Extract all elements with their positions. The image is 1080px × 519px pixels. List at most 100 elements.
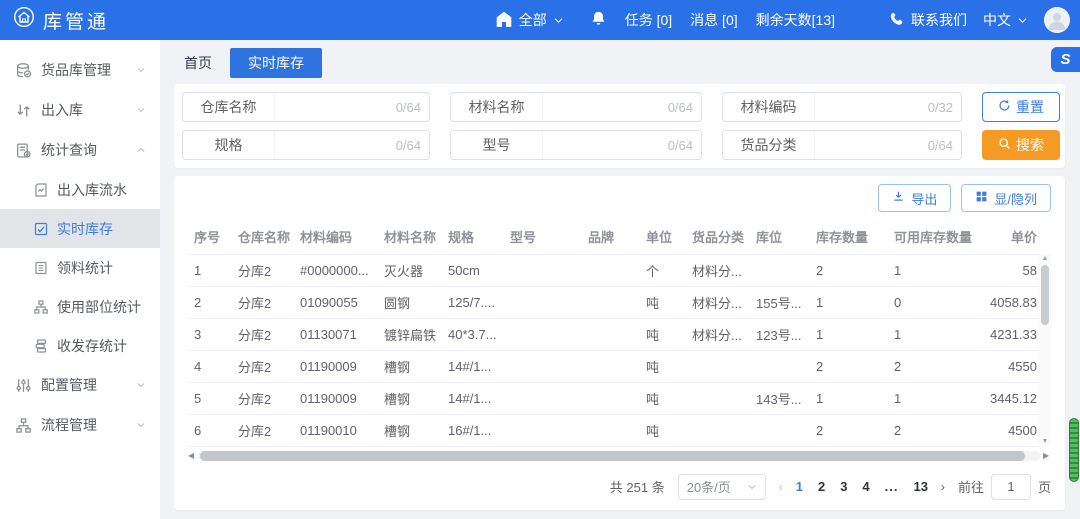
table-row[interactable]: 6 分库2 01190010 槽钢 16#/1... 吨 2 2 4500 [188, 414, 1039, 447]
search-button[interactable]: 搜索 [982, 130, 1060, 160]
horizontal-scrollbar-thumb[interactable] [200, 450, 1025, 461]
page-number[interactable]: 3 [840, 479, 847, 494]
database-icon [15, 62, 32, 79]
field-material-code: 材料编码 0/32 [722, 92, 962, 122]
table-cell: 分库2 [232, 382, 294, 415]
table-cell: 分库2 [232, 318, 294, 351]
sidebar-item-label: 配置管理 [41, 377, 97, 393]
field-label: 仓库名称 [183, 93, 275, 121]
prev-page-button[interactable]: ‹ [779, 480, 783, 494]
table-cell: 圆钢 [378, 286, 442, 319]
tab-realtime-inventory[interactable]: 实时库存 [230, 48, 322, 78]
floating-widget-button[interactable]: S [1051, 47, 1080, 72]
page-number[interactable]: 13 [914, 479, 928, 494]
sidebar-item-label: 流程管理 [41, 417, 97, 433]
table-cell [582, 254, 640, 287]
reset-button[interactable]: 重置 [982, 92, 1060, 122]
days-remaining-label: 剩余天数[13] [755, 12, 835, 28]
table-row[interactable]: 4 分库2 01190009 槽钢 14#/1... 吨 2 2 4550 [188, 350, 1039, 383]
language-selector[interactable]: 中文 [983, 10, 1028, 30]
table-cell: 2 [888, 414, 984, 447]
sidebar-subitem-usage-location-stats[interactable]: 使用部位统计 [0, 287, 160, 326]
char-counter: 0/64 [667, 137, 693, 153]
page-scrollbar-thumb[interactable] [1069, 418, 1079, 482]
field-material-name: 材料名称 0/64 [450, 92, 702, 122]
table-row[interactable]: 1 分库2 #0000000... 灭火器 50cm 个材料分... 2 1 58 [188, 254, 1039, 287]
sidebar-item-workflow[interactable]: 流程管理 [0, 405, 160, 445]
table-row[interactable]: 5 分库2 01190009 槽钢 14#/1... 吨 143号... 1 1 3445.12 [188, 382, 1039, 415]
scroll-right-arrow-icon[interactable]: ▶ [1043, 450, 1051, 462]
material-name-input[interactable] [543, 94, 668, 120]
table-cell: 1 [810, 318, 888, 351]
warehouse-name-input[interactable] [275, 94, 396, 120]
chevron-down-icon [136, 105, 146, 115]
table-cell: 4550 [984, 350, 1039, 383]
avatar[interactable] [1044, 7, 1070, 33]
grid-icon [975, 190, 988, 206]
sidebar-item-configuration[interactable]: 配置管理 [0, 365, 160, 405]
show-hide-columns-button[interactable]: 显/隐列 [961, 184, 1051, 212]
spec-input[interactable] [275, 132, 396, 158]
page-number[interactable]: 1 [796, 479, 803, 494]
table-cell: 3445.12 [984, 382, 1039, 415]
vertical-scrollbar-thumb[interactable] [1041, 265, 1049, 325]
table-cell [582, 350, 640, 383]
notification-bell-icon[interactable] [590, 10, 607, 30]
export-button[interactable]: 导出 [878, 184, 952, 212]
sidebar-item-statistics-query[interactable]: 统计查询 [0, 130, 160, 170]
sidebar-subitem-material-stats[interactable]: 领料统计 [0, 248, 160, 287]
scroll-up-arrow-icon[interactable]: ▲ [1042, 254, 1049, 264]
table-toolbar: 导出 显/隐列 [188, 184, 1051, 212]
sidebar-subitem-realtime-inventory[interactable]: 实时库存 [0, 209, 160, 248]
tasks-link[interactable]: 任务 [0] [625, 10, 672, 30]
sidebar-item-goods-warehouse[interactable]: 货品库管理 [0, 50, 160, 90]
table-row[interactable]: 3 分库2 01130071 镀锌扁铁 40*3.7... 吨材料分... 123号... 1… [188, 318, 1039, 351]
sidebar-subitem-inout-flow[interactable]: 出入库流水 [0, 170, 160, 209]
stacked-books-icon [33, 338, 49, 354]
page-number[interactable]: 2 [818, 479, 825, 494]
messages-link[interactable]: 消息 [0] [690, 10, 737, 30]
sliders-icon [15, 377, 32, 394]
sidebar-item-label: 统计查询 [41, 142, 97, 158]
material-code-input[interactable] [815, 94, 928, 120]
table-cell: 吨 [640, 286, 686, 319]
goods-category-input[interactable] [815, 132, 928, 158]
table-cell: 4058.83 [984, 286, 1039, 319]
flow-chart-icon [15, 417, 32, 434]
next-page-button[interactable]: › [941, 480, 945, 494]
sidebar-item-in-out-warehouse[interactable]: 出入库 [0, 90, 160, 130]
table-cell [686, 350, 750, 383]
scope-selector[interactable]: 全部 [495, 10, 564, 31]
sidebar-subitem-receive-dispatch-stats[interactable]: 收发存统计 [0, 326, 160, 365]
table-cell [686, 382, 750, 415]
table-cell [750, 254, 810, 287]
table-cell: 吨 [640, 318, 686, 351]
page-size-select[interactable]: 20条/页 [677, 473, 766, 500]
column-header: 序号 [188, 220, 232, 255]
field-label: 货品分类 [723, 131, 815, 159]
language-label: 中文 [983, 12, 1011, 28]
contact-link[interactable]: 联系我们 [889, 10, 967, 30]
table-cell: 1 [810, 382, 888, 415]
table-cell: 14#/1... [442, 382, 504, 415]
model-input[interactable] [543, 132, 668, 158]
chevron-down-icon [136, 65, 146, 75]
scroll-left-arrow-icon[interactable]: ◀ [188, 450, 196, 462]
sidebar-subitem-label: 领料统计 [57, 259, 113, 276]
chevron-down-icon [553, 15, 564, 26]
char-counter: 0/32 [927, 99, 953, 115]
floating-widget-logo: S [1060, 51, 1071, 68]
tab-home[interactable]: 首页 [172, 48, 224, 78]
page-number[interactable]: 4 [862, 479, 869, 494]
field-spec: 规格 0/64 [182, 130, 430, 160]
goto-page: 前往 页 [958, 473, 1051, 500]
column-header: 可用库存数量 [888, 220, 984, 255]
sidebar-subitem-label: 出入库流水 [57, 181, 127, 198]
scroll-down-arrow-icon[interactable]: ▼ [1042, 437, 1049, 447]
table-row[interactable]: 2 分库2 01090055 圆钢 125/7.... 吨材料分... 155号... 1 0 4… [188, 286, 1039, 319]
table-cell: 槽钢 [378, 382, 442, 415]
table-cell: 50cm [442, 254, 504, 287]
column-header: 材料名称 [378, 220, 442, 255]
goto-page-input[interactable] [990, 473, 1031, 500]
logo-link[interactable]: 库管通 [12, 5, 109, 35]
